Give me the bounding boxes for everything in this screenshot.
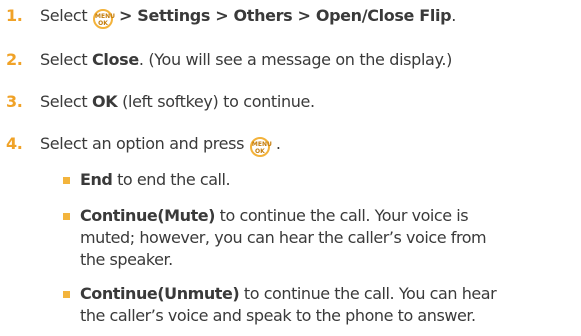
step-text: Select: [40, 6, 88, 25]
option-name: Continue(Mute): [80, 206, 216, 225]
option-continue-unmute: Continue(Unmute) to continue the call. Y…: [80, 284, 497, 303]
instruction-list: 1. Select MENU OK > Settings > Others > Ope…: [0, 0, 581, 336]
bullet-icon: [63, 213, 70, 220]
step-number: 1.: [6, 6, 23, 25]
step-number: 4.: [6, 134, 23, 153]
menu-path: > Settings > Others > Open/Close Flip: [119, 6, 452, 25]
menu-ok-icon: MENU OK: [249, 137, 272, 157]
step-text: Select: [40, 92, 88, 111]
option-continue-mute-line-2: muted; however, you can hear the caller’…: [80, 228, 487, 247]
menu-ok-icon: MENU OK: [93, 9, 115, 29]
step-keyword: Close: [92, 50, 139, 69]
option-name: Continue(Unmute): [80, 284, 240, 303]
option-name: End: [80, 170, 113, 189]
step-2: 2. Select Close. (You will see a message …: [6, 50, 452, 69]
step-number: 3.: [6, 92, 23, 111]
step-text: Select an option and press: [40, 134, 245, 153]
step-1: 1. Select MENU OK > Settings > Others > Ope…: [6, 6, 456, 29]
bullet-icon: [63, 177, 70, 184]
bullet-icon: [63, 291, 70, 298]
option-continue-mute: Continue(Mute) to continue the call. You…: [80, 206, 469, 225]
step-4: 4. Select an option and press MENU OK.: [6, 134, 281, 157]
option-continue-mute-line-3: the speaker.: [80, 250, 173, 269]
step-keyword: OK: [92, 92, 118, 111]
option-continue-unmute-line-2: the caller’s voice and speak to the phon…: [80, 306, 476, 325]
step-3: 3. Select OK (left softkey) to continue.: [6, 92, 315, 111]
step-text: Select: [40, 50, 88, 69]
option-end: End to end the call.: [80, 170, 231, 189]
step-number: 2.: [6, 50, 23, 69]
